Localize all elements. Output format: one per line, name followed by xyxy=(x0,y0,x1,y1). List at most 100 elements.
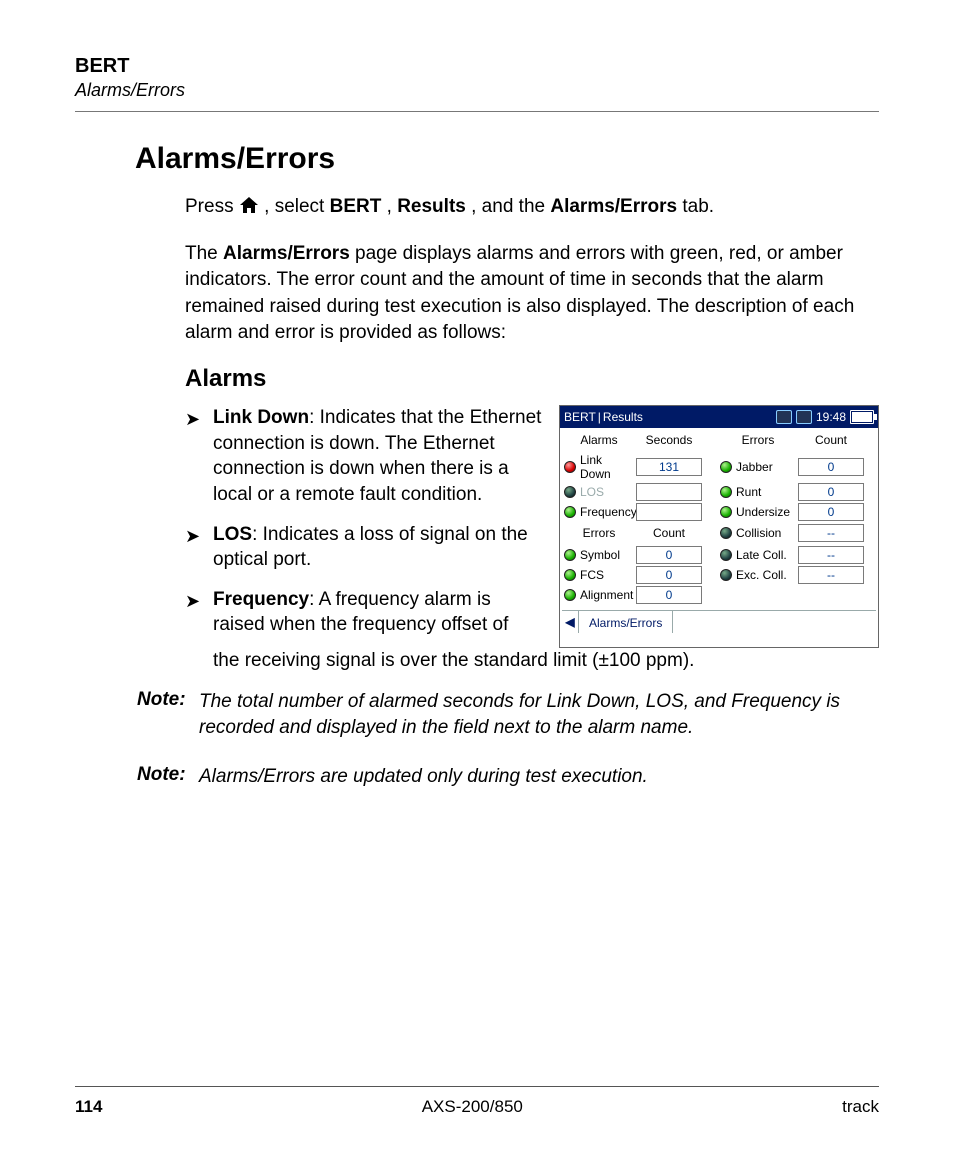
led-icon xyxy=(564,486,576,498)
intro-p2-bold: Alarms/Errors xyxy=(223,243,350,264)
crumb-separator: | xyxy=(598,410,601,424)
page-number: 114 xyxy=(75,1097,102,1117)
col-seconds: Seconds xyxy=(636,430,702,451)
led-icon xyxy=(720,569,732,581)
header-subtitle: Alarms/Errors xyxy=(75,80,879,101)
alarms-heading: Alarms xyxy=(185,365,879,393)
battery-icon xyxy=(850,410,874,424)
value-undersize: 0 xyxy=(798,503,864,521)
alarm-los-text: : Indicates a loss of signal on the opti… xyxy=(213,524,528,571)
device-time: 19:48 xyxy=(816,410,846,424)
value-symbol: 0 xyxy=(636,546,702,564)
note-label: Note: xyxy=(137,764,199,791)
led-icon xyxy=(564,549,576,561)
alarm-row-frequency: Frequency xyxy=(562,505,636,519)
led-icon xyxy=(564,569,576,581)
value-link-down: 131 xyxy=(636,458,702,476)
intro-p1-c: , xyxy=(387,196,398,217)
value-jabber: 0 xyxy=(798,458,864,476)
value-frequency xyxy=(636,503,702,521)
label: Exc. Coll. xyxy=(736,568,787,582)
intro-p1-a: Press xyxy=(185,196,239,217)
note-2-text: Alarms/Errors are updated only during te… xyxy=(199,764,879,791)
label: Undersize xyxy=(736,505,790,519)
page-footer: 114 AXS-200/850 track xyxy=(75,1097,879,1117)
value-runt: 0 xyxy=(798,483,864,501)
value-los xyxy=(636,483,702,501)
error-row-jabber: Jabber xyxy=(718,460,798,474)
intro-p1-d: , and the xyxy=(471,196,550,217)
header-rule xyxy=(75,111,879,112)
value-exc-coll: -- xyxy=(798,566,864,584)
device-titlebar: BERT|Results 19:48 xyxy=(560,406,878,428)
error-row-undersize: Undersize xyxy=(718,505,798,519)
value-late-coll: -- xyxy=(798,546,864,564)
label: Frequency xyxy=(580,505,637,519)
alarm-los: LOS: Indicates a loss of signal on the o… xyxy=(185,522,545,587)
value-alignment: 0 xyxy=(636,586,702,604)
label: LOS xyxy=(580,485,604,499)
label: Runt xyxy=(736,485,761,499)
alarm-row-link-down: Link Down xyxy=(562,453,636,481)
device-crumb-bert: BERT xyxy=(564,410,596,424)
error-row-symbol: Symbol xyxy=(562,548,636,562)
intro-block: Press , select BERT , Results , and the … xyxy=(185,194,879,347)
intro-bert: BERT xyxy=(330,196,382,217)
intro-p2: The Alarms/Errors page displays alarms a… xyxy=(185,241,879,347)
alarm-link-down: Link Down: Indicates that the Ethernet c… xyxy=(185,405,545,522)
col-alarms: Alarms xyxy=(562,430,636,451)
label: Jabber xyxy=(736,460,773,474)
intro-p1-e: tab. xyxy=(682,196,714,217)
error-row-late-coll: Late Coll. xyxy=(718,548,798,562)
alarm-freq-name: Frequency xyxy=(213,589,309,610)
label: Link Down xyxy=(580,453,636,481)
label: Symbol xyxy=(580,548,620,562)
led-icon xyxy=(564,461,576,473)
note-2: Note: Alarms/Errors are updated only dur… xyxy=(137,764,879,791)
error-row-collision: Collision xyxy=(718,526,798,540)
intro-ae: Alarms/Errors xyxy=(550,196,677,217)
led-icon xyxy=(720,506,732,518)
led-icon xyxy=(564,589,576,601)
led-icon xyxy=(720,486,732,498)
col-count-l: Count xyxy=(636,523,702,544)
label: Alignment xyxy=(580,588,633,602)
error-row-exc-coll: Exc. Coll. xyxy=(718,568,798,582)
section-title: Alarms/Errors xyxy=(135,142,879,176)
page-header: BERT Alarms/Errors xyxy=(75,55,879,112)
intro-p1: Press , select BERT , Results , and the … xyxy=(185,194,879,223)
note-1: Note: The total number of alarmed second… xyxy=(137,689,879,742)
label: Collision xyxy=(736,526,781,540)
label: FCS xyxy=(580,568,604,582)
value-fcs: 0 xyxy=(636,566,702,584)
tab-alarms-errors[interactable]: Alarms/Errors xyxy=(579,611,673,633)
device-table: Alarms Seconds Errors Count Link Down 13… xyxy=(562,430,876,604)
note-1-text: The total number of alarmed seconds for … xyxy=(199,689,879,742)
home-icon xyxy=(239,196,259,223)
intro-p1-b: , select xyxy=(264,196,329,217)
led-icon xyxy=(720,527,732,539)
col-errors-r: Errors xyxy=(718,430,798,451)
col-count-r: Count xyxy=(798,430,864,451)
error-row-fcs: FCS xyxy=(562,568,636,582)
footer-rule xyxy=(75,1086,879,1087)
intro-results: Results xyxy=(397,196,466,217)
card-icon xyxy=(776,410,792,424)
alarm-frequency: Frequency: A frequency alarm is raised w… xyxy=(185,587,545,652)
error-row-alignment: Alignment xyxy=(562,588,636,602)
product-name: AXS-200/850 xyxy=(422,1097,523,1117)
label: Late Coll. xyxy=(736,548,787,562)
col-errors-l: Errors xyxy=(562,523,636,544)
header-title: BERT xyxy=(75,55,879,78)
alarm-row-los: LOS xyxy=(562,485,636,499)
intro-p2-a: The xyxy=(185,243,223,264)
tab-scroll-left-icon[interactable]: ◀ xyxy=(562,611,579,633)
error-row-runt: Runt xyxy=(718,485,798,499)
note-label: Note: xyxy=(137,689,199,742)
led-icon xyxy=(720,461,732,473)
led-icon xyxy=(564,506,576,518)
device-tabstrip: ◀ Alarms/Errors xyxy=(562,610,876,633)
device-screenshot: BERT|Results 19:48 Alarms Seconds xyxy=(559,405,879,648)
link-icon xyxy=(796,410,812,424)
value-collision: -- xyxy=(798,524,864,542)
